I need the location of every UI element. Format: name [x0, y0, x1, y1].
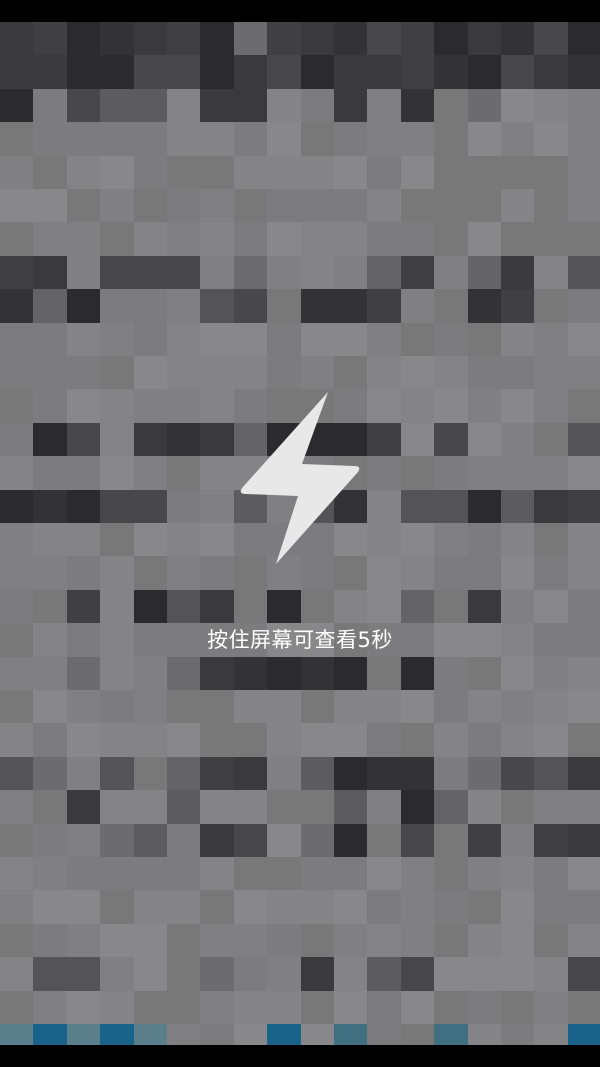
hold-to-view-hint: 按住屏幕可查看5秒: [207, 628, 393, 652]
press-and-hold-overlay[interactable]: 按住屏幕可查看5秒: [0, 0, 600, 1067]
lightning-bolt-icon: [240, 392, 360, 564]
screen: 按住屏幕可查看5秒: [0, 0, 600, 1067]
